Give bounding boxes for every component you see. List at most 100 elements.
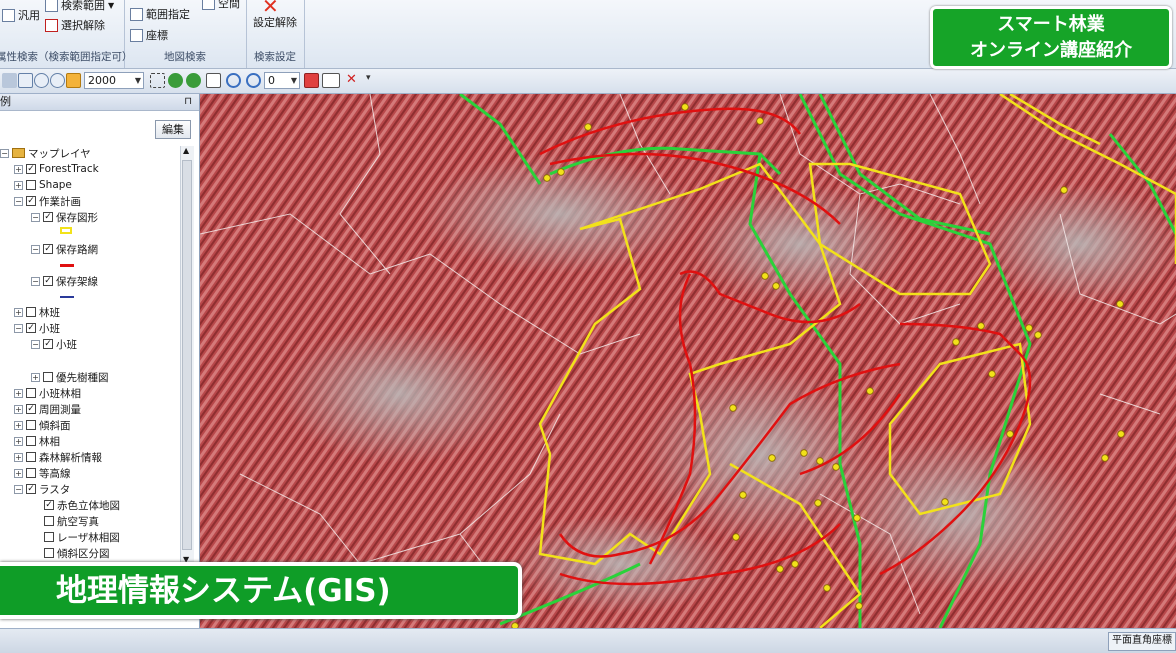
clear-settings-button[interactable]: 設定解除 bbox=[253, 14, 297, 30]
pin-icon[interactable]: ⊓ bbox=[184, 94, 192, 110]
expand-icon[interactable]: + bbox=[14, 404, 23, 414]
checkbox-checked[interactable]: ✓ bbox=[26, 164, 36, 174]
expand-icon[interactable]: + bbox=[14, 180, 23, 190]
collapse-icon[interactable]: − bbox=[31, 276, 40, 286]
tree-item[interactable]: + ✓ ForestTrack bbox=[14, 162, 99, 176]
checkbox[interactable] bbox=[26, 452, 36, 462]
course-title-line2: オンライン講座紹介 bbox=[970, 40, 1132, 61]
forward-icon[interactable] bbox=[186, 73, 201, 88]
map-svg[interactable] bbox=[200, 94, 1176, 628]
course-title-line1: スマート林業 bbox=[997, 14, 1105, 35]
expand-icon[interactable]: + bbox=[14, 388, 23, 398]
legend-scrollbar[interactable]: ▲ ▼ bbox=[180, 146, 194, 564]
scroll-thumb[interactable] bbox=[182, 160, 192, 550]
checkbox-checked[interactable]: ✓ bbox=[43, 276, 53, 286]
tree-item[interactable]: レーザ林相図 bbox=[44, 530, 120, 544]
tree-item[interactable]: 航空写真 bbox=[44, 514, 99, 528]
tree-item[interactable]: − マップレイヤ bbox=[0, 146, 91, 160]
tree-item[interactable]: − ✓ ラスタ bbox=[14, 482, 70, 496]
chevron-down-icon: ▼ bbox=[290, 76, 297, 85]
checkbox[interactable] bbox=[44, 548, 54, 558]
rotate-angle-icon[interactable] bbox=[246, 73, 261, 88]
general-button[interactable]: 汎用 bbox=[2, 7, 40, 23]
tree-item[interactable]: + 小班林相 bbox=[14, 386, 81, 400]
checkbox-checked[interactable]: ✓ bbox=[43, 244, 53, 254]
checkbox-checked[interactable]: ✓ bbox=[43, 212, 53, 222]
checkbox[interactable] bbox=[26, 436, 36, 446]
checkbox-checked[interactable]: ✓ bbox=[26, 196, 36, 206]
checkbox[interactable] bbox=[43, 372, 53, 382]
scale-combo[interactable]: 2000 ▼ bbox=[84, 72, 144, 89]
checkbox[interactable] bbox=[26, 180, 36, 190]
tree-item[interactable]: 傾斜区分図 bbox=[44, 546, 110, 560]
checkbox[interactable] bbox=[26, 468, 36, 478]
tree-item[interactable]: + 森林解析情報 bbox=[14, 450, 102, 464]
tree-item[interactable]: + ✓ 周囲測量 bbox=[14, 402, 81, 416]
expand-icon[interactable]: + bbox=[14, 468, 23, 478]
range-icon bbox=[45, 0, 58, 12]
tree-item[interactable]: + 林相 bbox=[14, 434, 60, 448]
tree-item[interactable]: + 林班 bbox=[14, 305, 60, 319]
checkbox-checked[interactable]: ✓ bbox=[26, 323, 36, 333]
ribbon-group-label: 検索設定 bbox=[254, 51, 296, 63]
collapse-icon[interactable]: − bbox=[14, 323, 23, 333]
deselect-button[interactable]: 選択解除 bbox=[45, 17, 105, 33]
collapse-icon[interactable]: − bbox=[31, 339, 40, 349]
chevron-up-icon[interactable]: ▲ bbox=[183, 146, 189, 155]
flag-icon[interactable] bbox=[304, 73, 319, 88]
tree-item[interactable]: + 傾斜面 bbox=[14, 418, 71, 432]
document-icon[interactable] bbox=[206, 73, 221, 88]
range-select-icon bbox=[130, 7, 143, 21]
coords-button[interactable]: 座標 bbox=[130, 27, 168, 43]
checkbox[interactable] bbox=[26, 420, 36, 430]
checkbox-checked[interactable]: ✓ bbox=[44, 500, 54, 510]
tree-item[interactable]: − ✓ 小班 bbox=[31, 337, 77, 351]
zoom-box-icon[interactable] bbox=[18, 73, 33, 88]
angle-combo[interactable]: 0 ▼ bbox=[264, 72, 300, 89]
rotate-icon[interactable] bbox=[226, 73, 241, 88]
close-icon[interactable]: ✕ bbox=[346, 72, 357, 87]
edit-button[interactable]: 編集 bbox=[155, 120, 191, 139]
expand-icon[interactable]: + bbox=[31, 372, 40, 382]
full-extent-icon[interactable] bbox=[150, 73, 165, 88]
checkbox-checked[interactable]: ✓ bbox=[26, 404, 36, 414]
tree-item[interactable]: − ✓ 保存架線 bbox=[31, 274, 98, 288]
search-range-button[interactable]: 検索範囲 ▼ bbox=[45, 0, 114, 13]
collapse-icon[interactable]: − bbox=[31, 244, 40, 254]
checkbox[interactable] bbox=[26, 388, 36, 398]
map-canvas[interactable] bbox=[200, 94, 1176, 628]
checkbox-checked[interactable]: ✓ bbox=[26, 484, 36, 494]
ribbon-group-attribute-search: 汎用 検索範囲 ▼ 選択解除 属性検索（検索範囲指定可） bbox=[0, 0, 133, 68]
tree-item[interactable]: + Shape bbox=[14, 178, 72, 192]
collapse-icon[interactable]: − bbox=[14, 484, 23, 494]
tree-item[interactable]: ✓ 赤色立体地図 bbox=[44, 498, 120, 512]
overflow-icon[interactable]: ▾ bbox=[366, 73, 371, 83]
zoom-out-icon[interactable] bbox=[50, 73, 65, 88]
zoom-in-icon[interactable] bbox=[34, 73, 49, 88]
checkbox[interactable] bbox=[44, 532, 54, 542]
checkbox[interactable] bbox=[26, 307, 36, 317]
back-icon[interactable] bbox=[168, 73, 183, 88]
tree-item[interactable]: − ✓ 保存図形 bbox=[31, 210, 98, 224]
collapse-icon[interactable]: − bbox=[0, 148, 9, 158]
tree-item[interactable]: − ✓ 保存路網 bbox=[31, 242, 98, 256]
collapse-icon[interactable]: − bbox=[14, 196, 23, 206]
expand-icon[interactable]: + bbox=[14, 307, 23, 317]
tree-item[interactable]: + 等高線 bbox=[14, 466, 71, 480]
measure-icon[interactable] bbox=[322, 73, 340, 88]
tree-item[interactable]: + 優先樹種図 bbox=[31, 370, 109, 384]
expand-icon[interactable]: + bbox=[14, 164, 23, 174]
tree-item[interactable]: − ✓ 作業計画 bbox=[14, 194, 81, 208]
coord-system-indicator[interactable]: 平面直角座標 bbox=[1108, 632, 1176, 651]
expand-icon[interactable]: + bbox=[14, 436, 23, 446]
collapse-icon[interactable]: − bbox=[31, 212, 40, 222]
expand-icon[interactable]: + bbox=[14, 452, 23, 462]
space-button[interactable]: 空間 bbox=[202, 0, 240, 11]
range-spec-button[interactable]: 範囲指定 bbox=[130, 6, 190, 22]
checkbox-checked[interactable]: ✓ bbox=[43, 339, 53, 349]
hand-pan-icon[interactable] bbox=[66, 73, 81, 88]
tree-item[interactable]: − ✓ 小班 bbox=[14, 321, 60, 335]
pan-icon[interactable] bbox=[2, 73, 17, 88]
checkbox[interactable] bbox=[44, 516, 54, 526]
expand-icon[interactable]: + bbox=[14, 420, 23, 430]
